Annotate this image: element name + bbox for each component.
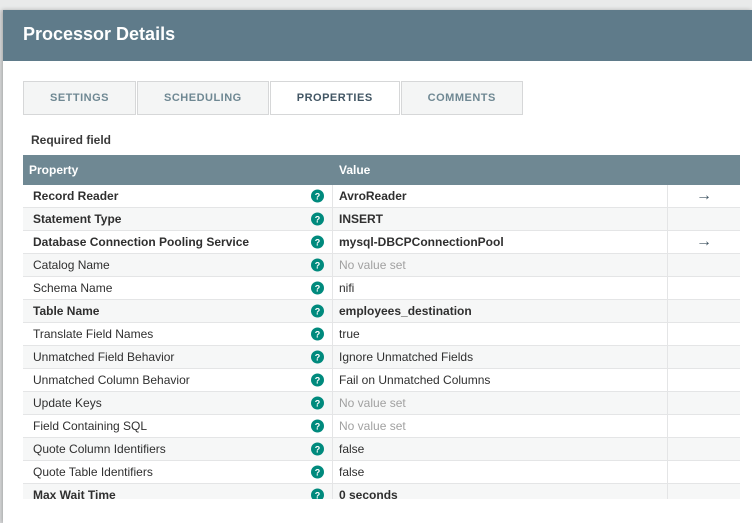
property-action [668,323,740,345]
help-icon[interactable]: ? [311,282,324,295]
property-name: Update Keys? [23,392,333,414]
property-name: Schema Name? [23,277,333,299]
property-value[interactable]: mysql-DBCPConnectionPool [333,231,668,253]
table-row: Table Name?employees_destination [23,300,740,323]
help-icon[interactable]: ? [311,374,324,387]
table-row: Statement Type?INSERT [23,208,740,231]
help-icon[interactable]: ? [311,328,324,341]
table-row: Field Containing SQL?No value set [23,415,740,438]
help-icon[interactable]: ? [311,466,324,479]
col-header-property: Property [23,155,333,185]
help-icon[interactable]: ? [311,236,324,249]
help-icon[interactable]: ? [311,190,324,203]
property-value[interactable]: employees_destination [333,300,668,322]
help-icon[interactable]: ? [311,443,324,456]
property-value[interactable]: No value set [333,254,668,276]
table-row: Database Connection Pooling Service?mysq… [23,231,740,254]
backdrop [0,0,752,10]
property-name: Field Containing SQL? [23,415,333,437]
table-row: Record Reader?AvroReader → [23,185,740,208]
property-value[interactable]: AvroReader [333,185,668,207]
tab-comments[interactable]: COMMENTS [401,81,523,115]
table-row: Catalog Name?No value set [23,254,740,277]
table-header: Property Value [23,155,740,185]
table-row: Quote Column Identifiers?false [23,438,740,461]
table-body[interactable]: Record Reader?AvroReader → Statement Type?… [23,185,740,499]
property-value[interactable]: No value set [333,415,668,437]
property-value[interactable]: INSERT [333,208,668,230]
col-header-value: Value [333,155,740,185]
help-icon[interactable]: ? [311,489,324,500]
required-field-label: Required field [31,133,740,147]
property-value[interactable]: Ignore Unmatched Fields [333,346,668,368]
property-value[interactable]: false [333,461,668,483]
table-row: Translate Field Names?true [23,323,740,346]
property-value[interactable]: Fail on Unmatched Columns [333,369,668,391]
property-name: Record Reader? [23,185,333,207]
help-icon[interactable]: ? [311,259,324,272]
property-action [668,438,740,460]
property-action [668,300,740,322]
help-icon[interactable]: ? [311,305,324,318]
property-action: → [668,231,740,253]
goto-icon[interactable]: → [696,233,712,251]
goto-icon[interactable]: → [696,187,712,205]
tab-bar: SETTINGS SCHEDULING PROPERTIES COMMENTS [23,81,740,115]
table-row: Update Keys?No value set [23,392,740,415]
processor-details-dialog: Processor Details SETTINGS SCHEDULING PR… [3,10,752,523]
table-row: Quote Table Identifiers?false [23,461,740,484]
property-name: Statement Type? [23,208,333,230]
property-action [668,461,740,483]
property-action [668,346,740,368]
property-value[interactable]: No value set [333,392,668,414]
property-action [668,277,740,299]
help-icon[interactable]: ? [311,213,324,226]
property-action [668,484,740,499]
help-icon[interactable]: ? [311,397,324,410]
property-name: Unmatched Field Behavior? [23,346,333,368]
property-name: Translate Field Names? [23,323,333,345]
property-name: Database Connection Pooling Service? [23,231,333,253]
property-value[interactable]: 0 seconds [333,484,668,499]
property-action [668,369,740,391]
property-name: Table Name? [23,300,333,322]
property-name: Unmatched Column Behavior? [23,369,333,391]
property-action [668,392,740,414]
property-action [668,254,740,276]
property-name: Quote Table Identifiers? [23,461,333,483]
dialog-title: Processor Details [3,10,752,61]
property-action [668,415,740,437]
table-row: Unmatched Column Behavior?Fail on Unmatc… [23,369,740,392]
property-value[interactable]: nifi [333,277,668,299]
properties-table: Property Value Record Reader?AvroReader →… [23,155,740,499]
help-icon[interactable]: ? [311,351,324,364]
property-name: Quote Column Identifiers? [23,438,333,460]
tab-settings[interactable]: SETTINGS [23,81,136,115]
property-name: Max Wait Time? [23,484,333,499]
help-icon[interactable]: ? [311,420,324,433]
table-row: Schema Name?nifi [23,277,740,300]
property-value[interactable]: false [333,438,668,460]
property-name: Catalog Name? [23,254,333,276]
table-row: Unmatched Field Behavior?Ignore Unmatche… [23,346,740,369]
property-action [668,208,740,230]
property-action: → [668,185,740,207]
property-value[interactable]: true [333,323,668,345]
table-row: Max Wait Time?0 seconds [23,484,740,499]
dialog-content: SETTINGS SCHEDULING PROPERTIES COMMENTS … [3,61,752,499]
tab-scheduling[interactable]: SCHEDULING [137,81,269,115]
tab-properties[interactable]: PROPERTIES [270,81,400,115]
